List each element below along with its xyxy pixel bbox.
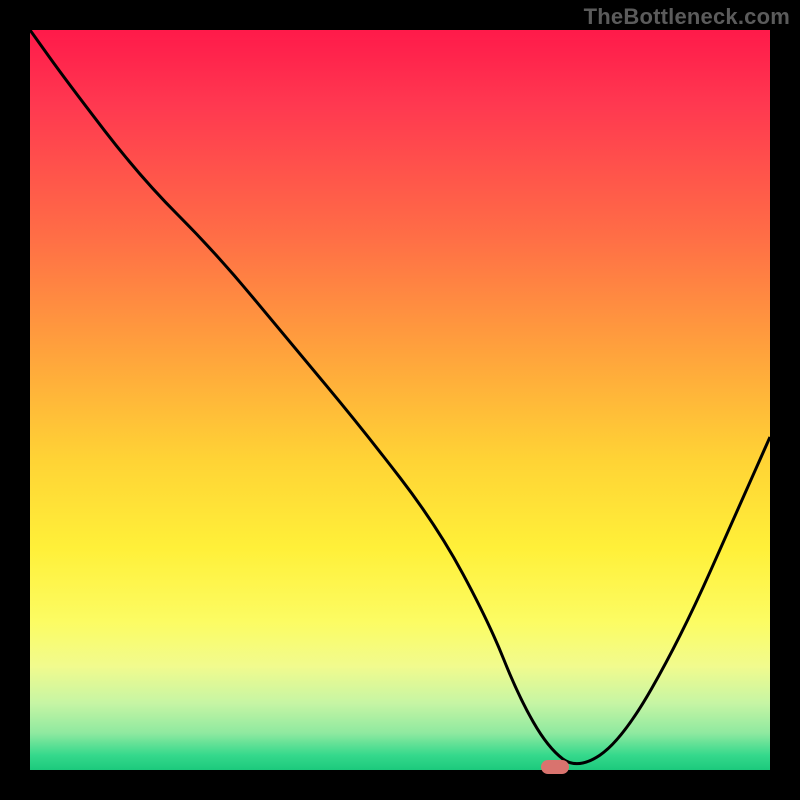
- bottleneck-curve: [30, 30, 770, 770]
- current-config-marker: [541, 760, 569, 774]
- plot-area: [30, 30, 770, 770]
- watermark-text: TheBottleneck.com: [584, 4, 790, 30]
- chart-frame: TheBottleneck.com: [0, 0, 800, 800]
